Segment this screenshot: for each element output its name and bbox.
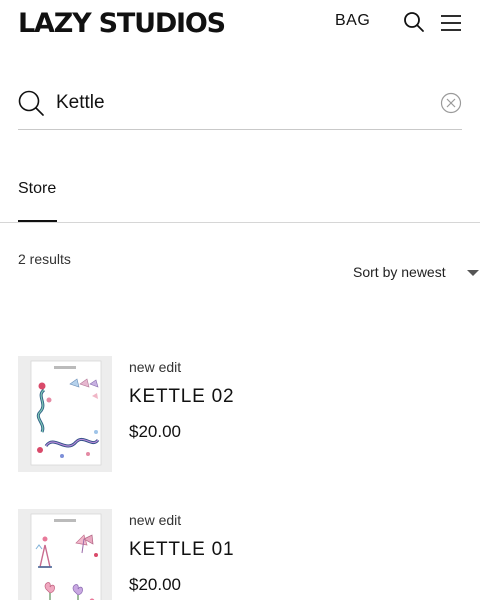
product-thumbnail[interactable] [18,356,112,472]
product-tag: new edit [129,512,182,528]
product-name[interactable]: KETTLE 01 [129,539,234,561]
sort-dropdown[interactable]: Sort by newest [353,264,446,280]
result-tabs: Store [0,168,480,223]
chevron-down-icon[interactable] [467,270,479,276]
search-input[interactable] [56,88,416,118]
product-price: $20.00 [129,422,181,441]
clear-circle-x-icon[interactable] [440,92,462,114]
tab-store[interactable]: Store [18,180,56,198]
product-thumbnail[interactable] [18,509,112,600]
hamburger-menu-icon[interactable] [440,12,462,34]
product-tag: new edit [129,359,182,375]
product-name[interactable]: KETTLE 02 [129,386,234,408]
bag-link[interactable]: BAG [335,12,370,30]
product-item[interactable]: new edit KETTLE 01 $20.00 [18,509,462,600]
active-tab-indicator [18,220,57,222]
product-item[interactable]: new edit KETTLE 02 $20.00 [18,356,462,476]
search-icon [18,90,44,116]
product-price: $20.00 [129,575,181,594]
search-bar [18,84,462,130]
results-count: 2 results [18,251,71,267]
search-icon[interactable] [403,11,425,33]
brand-logo[interactable]: LAZY STUDIOS [18,8,226,40]
site-header: LAZY STUDIOS BAG [0,0,480,48]
